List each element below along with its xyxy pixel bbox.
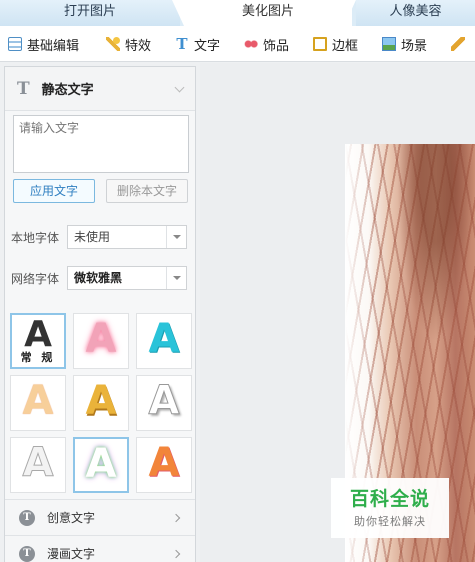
style-caption: 常 规 xyxy=(20,351,56,364)
tool-more[interactable] xyxy=(451,26,470,62)
style-white-3d[interactable]: A xyxy=(136,375,192,431)
web-font-row: 网络字体 微软雅黑 xyxy=(11,266,187,290)
text-icon: T xyxy=(17,78,30,99)
category-label: 漫画文字 xyxy=(47,547,96,561)
category-label: 创意文字 xyxy=(47,511,96,525)
style-outline[interactable]: A xyxy=(10,437,66,493)
tool-label: 特效 xyxy=(125,38,152,54)
chevron-right-icon xyxy=(171,549,181,559)
pen-icon xyxy=(451,37,465,51)
local-font-value: 未使用 xyxy=(74,230,111,244)
tool-frame[interactable]: 边框 xyxy=(313,26,358,62)
style-pink-glow[interactable]: A xyxy=(73,313,129,369)
chevron-down-icon[interactable] xyxy=(174,82,185,93)
local-font-select[interactable]: 未使用 xyxy=(67,225,187,249)
tool-label: 边框 xyxy=(332,38,359,54)
basic-edit-icon xyxy=(8,37,22,51)
style-rainbow-glow[interactable]: A xyxy=(73,437,129,493)
chevron-right-icon xyxy=(171,513,181,523)
web-font-select[interactable]: 微软雅黑 xyxy=(67,266,187,290)
bow-icon xyxy=(244,37,258,51)
panel-title: 静态文字 xyxy=(41,83,94,98)
style-orange[interactable]: A xyxy=(136,437,192,493)
style-glyph: A xyxy=(22,440,54,487)
watermark-title: 百科全说 xyxy=(349,488,430,510)
style-glyph: A xyxy=(148,378,180,425)
text-input[interactable] xyxy=(13,115,189,173)
web-font-label: 网络字体 xyxy=(11,271,60,286)
style-regular[interactable]: A 常 规 xyxy=(10,313,66,369)
style-cyan[interactable]: A xyxy=(136,313,192,369)
tool-label: 文字 xyxy=(194,38,221,54)
top-tab-bar: 打开图片 美化图片 人像美容 xyxy=(0,0,475,26)
text-bubble-icon: T xyxy=(19,545,35,562)
category-creative-text[interactable]: T 创意文字 xyxy=(5,499,195,535)
style-glyph: A xyxy=(148,316,180,362)
text-icon: T xyxy=(176,35,188,53)
magic-wand-icon xyxy=(106,37,120,51)
style-glyph: A xyxy=(22,378,54,424)
apply-text-button[interactable]: 应用文字 xyxy=(13,179,95,203)
tool-label: 场景 xyxy=(401,38,428,54)
chevron-down-icon[interactable] xyxy=(166,226,186,248)
local-font-label: 本地字体 xyxy=(11,230,60,245)
style-glyph: A xyxy=(85,441,117,487)
delete-text-button[interactable]: 删除本文字 xyxy=(106,179,188,203)
watermark-logo: 百科全说 助你轻松解决 xyxy=(331,478,449,538)
tool-text[interactable]: T 文字 xyxy=(175,26,220,62)
tab-divider xyxy=(172,0,184,26)
style-gold[interactable]: A xyxy=(73,375,129,431)
web-font-value: 微软雅黑 xyxy=(74,271,123,285)
style-dotted[interactable]: A xyxy=(10,375,66,431)
scene-icon xyxy=(382,37,396,51)
feature-toolbar: 基础编辑 特效 T 文字 饰品 边框 场景 xyxy=(0,26,475,62)
tool-label: 基础编辑 xyxy=(27,38,80,54)
tab-portrait-beauty[interactable]: 人像美容 xyxy=(356,0,475,26)
panel-header[interactable]: T 静态文字 xyxy=(5,67,195,111)
tool-decorations[interactable]: 饰品 xyxy=(244,26,289,62)
text-bubble-icon: T xyxy=(19,509,35,526)
local-font-row: 本地字体 未使用 xyxy=(11,225,187,249)
style-glyph: A xyxy=(148,440,180,486)
tool-label: 饰品 xyxy=(263,38,290,54)
tab-beautify-image[interactable]: 美化图片 xyxy=(184,0,352,26)
tab-divider xyxy=(344,0,356,26)
style-glyph: A xyxy=(85,316,117,362)
style-glyph: A xyxy=(85,378,117,424)
tool-scene[interactable]: 场景 xyxy=(382,26,427,62)
category-comic-text[interactable]: T 漫画文字 xyxy=(5,535,195,562)
tool-effects[interactable]: 特效 xyxy=(106,26,151,62)
watermark-subtitle: 助你轻松解决 xyxy=(354,515,426,528)
frame-icon xyxy=(313,37,327,51)
text-panel: T 静态文字 应用文字 删除本文字 本地字体 未使用 网络字体 微软雅黑 A 常… xyxy=(4,66,196,562)
chevron-down-icon[interactable] xyxy=(166,267,186,289)
tool-basic-edit[interactable]: 基础编辑 xyxy=(8,26,79,62)
tab-open-image[interactable]: 打开图片 xyxy=(0,0,180,26)
